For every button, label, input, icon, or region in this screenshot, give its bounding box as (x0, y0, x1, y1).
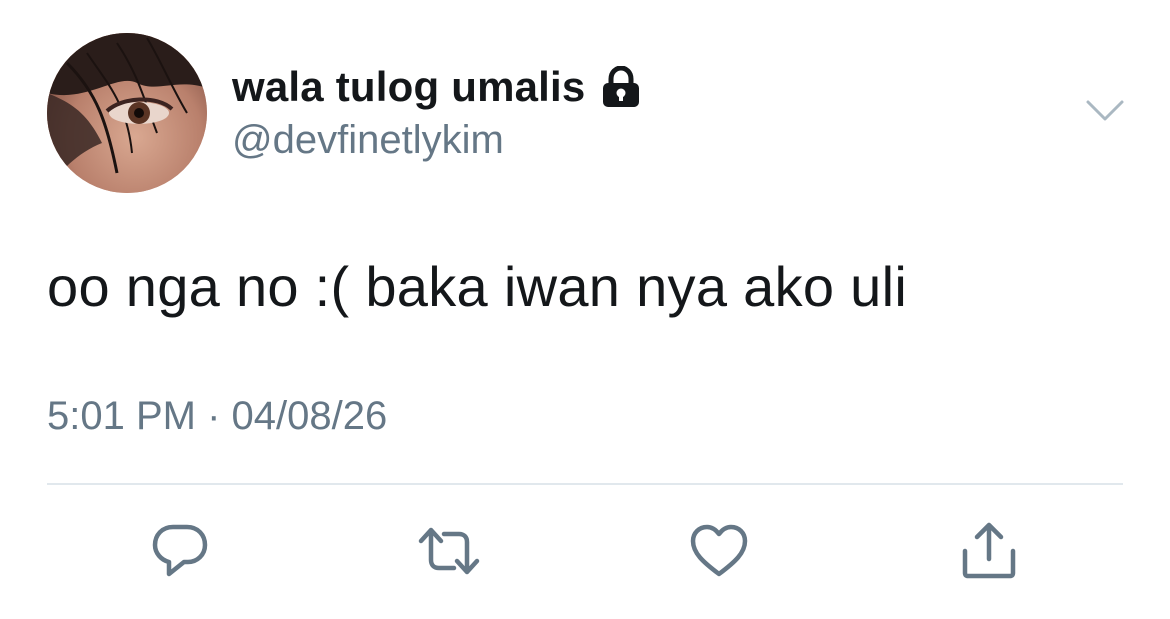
avatar-image (47, 33, 207, 193)
tweet-text: oo nga no :( baka iwan nya ako uli (47, 255, 908, 318)
avatar[interactable] (47, 33, 207, 193)
divider (47, 483, 1123, 485)
share-icon (962, 522, 1016, 579)
display-name-row: wala tulog umalis (232, 63, 643, 111)
retweet-button[interactable] (418, 520, 480, 582)
chevron-down-icon[interactable] (1085, 98, 1125, 124)
reply-icon (152, 524, 208, 577)
heart-icon (690, 524, 748, 577)
like-button[interactable] (688, 520, 750, 582)
share-button[interactable] (958, 520, 1020, 582)
retweet-icon (418, 527, 480, 575)
display-name[interactable]: wala tulog umalis (232, 63, 585, 111)
lock-icon (599, 65, 643, 108)
tweet-card: wala tulog umalis @devfinetlykim oo nga … (0, 0, 1170, 619)
tweet-timestamp[interactable]: 5:01 PM · 04/08/26 (47, 394, 387, 439)
reply-button[interactable] (149, 520, 211, 582)
user-handle[interactable]: @devfinetlykim (232, 118, 504, 163)
